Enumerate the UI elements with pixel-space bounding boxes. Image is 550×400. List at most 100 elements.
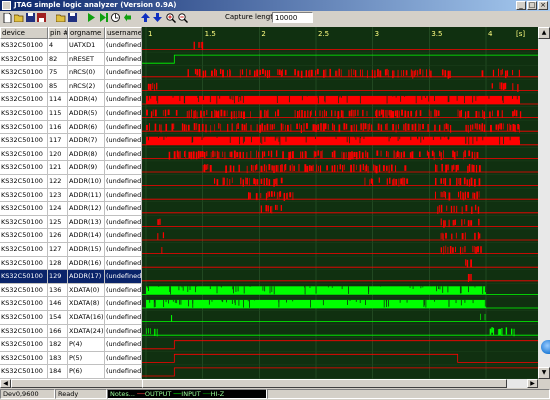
table-row[interactable]: KS32C50100 114 ADDR(4) (undefined) <box>0 93 142 107</box>
signal-pulse <box>400 178 403 185</box>
folder-icon[interactable] <box>55 12 66 23</box>
new-icon[interactable] <box>2 12 13 23</box>
signal-pulse <box>395 165 397 172</box>
signal-pulse <box>467 273 469 282</box>
scroll-right-arrow-icon[interactable]: ▶ <box>527 379 538 388</box>
vertical-scrollbar[interactable]: ▲ ▼ <box>538 27 550 379</box>
table-row[interactable]: KS32C50100 122 ADDR(10) (undefined) <box>0 175 142 189</box>
scroll-up-icon[interactable] <box>140 12 151 23</box>
signal-pulse <box>429 69 431 76</box>
save-icon[interactable] <box>25 12 36 23</box>
table-row[interactable]: KS32C50100 146 XDATA(8) (undefined) <box>0 297 142 311</box>
scroll-up-arrow-icon[interactable]: ▲ <box>538 27 550 39</box>
waveform-panel[interactable]: 1 1.5 2 2.5 3 3.5 4 [s] <box>142 27 538 379</box>
signal-pulse <box>282 69 283 77</box>
signal-grid[interactable]: device pin # orgname username KS32C50100… <box>0 27 142 379</box>
signal-pulse <box>154 109 157 117</box>
horizontal-scrollbar[interactable]: ◀ ▶ <box>0 379 538 388</box>
signal-pulse <box>463 192 465 201</box>
signal-pulse <box>426 150 428 156</box>
open-icon[interactable] <box>13 12 24 23</box>
table-row[interactable]: KS32C50100 127 ADDR(15) (undefined) <box>0 243 142 257</box>
signal-gap <box>278 136 280 142</box>
signal-pulse <box>329 68 331 77</box>
cell-device: KS32C50100 <box>0 283 48 298</box>
table-row[interactable]: KS32C50100 4 UATXD1 (undefined) <box>0 39 142 53</box>
capture-length-input[interactable] <box>272 12 313 23</box>
signal-pulse <box>202 70 205 78</box>
signal-pulse <box>481 70 484 77</box>
waveform-canvas[interactable]: 1 1.5 2 2.5 3 3.5 4 [s] <box>142 27 538 379</box>
signal-pulse <box>300 70 303 78</box>
table-row[interactable]: KS32C50100 154 XDATA(16) (undefined) <box>0 311 142 325</box>
signal-pulse <box>212 150 214 158</box>
status-extra <box>267 389 550 399</box>
maximize-button[interactable]: □ <box>527 1 537 10</box>
trigger-icon[interactable] <box>110 12 121 23</box>
signal-pulse <box>190 151 193 160</box>
signal-pulse <box>355 164 357 170</box>
cell-orgname: ADDR(13) <box>68 215 105 230</box>
table-row[interactable]: KS32C50100 115 ADDR(5) (undefined) <box>0 107 142 121</box>
table-row[interactable]: KS32C50100 184 P(6) (undefined) <box>0 365 142 379</box>
cell-device: KS32C50100 <box>0 93 48 107</box>
scroll-left-arrow-icon[interactable]: ◀ <box>0 379 11 388</box>
table-row[interactable]: KS32C50100 124 ADDR(12) (undefined) <box>0 202 142 216</box>
signal-pulse <box>188 110 190 119</box>
column-header-orgname[interactable]: orgname <box>68 27 105 39</box>
table-row[interactable]: KS32C50100 183 P(5) (undefined) <box>0 351 142 366</box>
table-row[interactable]: KS32C50100 117 ADDR(7) (undefined) <box>0 134 142 148</box>
table-row[interactable]: KS32C50100 125 ADDR(13) (undefined) <box>0 215 142 230</box>
scroll-down-icon[interactable] <box>152 12 163 23</box>
signal-pulse <box>440 178 442 184</box>
signal-pulse <box>341 151 343 159</box>
zoom-in-icon[interactable] <box>165 12 176 23</box>
table-row[interactable]: KS32C50100 120 ADDR(8) (undefined) <box>0 147 142 162</box>
table-row[interactable]: KS32C50100 166 XDATA(24) (undefined) <box>0 324 142 339</box>
column-header-pin[interactable]: pin # <box>48 27 68 39</box>
table-row[interactable]: KS32C50100 75 nRCS(0) (undefined) <box>0 66 142 80</box>
signal-pulse <box>277 109 280 117</box>
signal-pulse <box>457 191 460 198</box>
zoom-out-icon[interactable] <box>177 12 188 23</box>
signal-gap <box>338 95 339 104</box>
table-row[interactable]: KS32C50100 182 P(4) (undefined) <box>0 338 142 352</box>
signal-pulse <box>275 111 277 117</box>
signal-pulse <box>392 124 395 131</box>
signal-pulse <box>317 124 320 130</box>
export-icon[interactable] <box>36 12 47 23</box>
column-header-username[interactable]: username <box>105 27 142 39</box>
signal-pulse <box>452 219 454 226</box>
close-button[interactable]: × <box>538 1 548 10</box>
table-row[interactable]: KS32C50100 128 ADDR(16) (undefined) <box>0 256 142 271</box>
signal-pulse <box>392 179 393 186</box>
table-row[interactable]: KS32C50100 126 ADDR(14) (undefined) <box>0 229 142 243</box>
table-row[interactable]: KS32C50100 82 nRESET (undefined) <box>0 52 142 67</box>
table-row[interactable]: KS32C50100 116 ADDR(6) (undefined) <box>0 120 142 135</box>
signal-pulse <box>299 110 301 118</box>
signal-pulse <box>319 165 322 173</box>
signal-gap <box>468 136 470 145</box>
table-row[interactable]: KS32C50100 123 ADDR(11) (undefined) <box>0 188 142 203</box>
column-header-device[interactable]: device <box>0 27 48 39</box>
table-row[interactable]: KS32C50100 129 ADDR(17) (undefined) <box>0 270 142 284</box>
minimize-button[interactable]: _ <box>516 1 526 10</box>
signal-pulse <box>478 111 480 118</box>
signal-pulse <box>402 177 404 186</box>
signal-pulse <box>168 151 171 160</box>
run-once-icon[interactable] <box>98 12 109 23</box>
cell-pin: 183 <box>48 351 68 366</box>
disk-icon[interactable] <box>67 12 78 23</box>
run-icon[interactable] <box>86 12 97 23</box>
table-row[interactable]: KS32C50100 121 ADDR(9) (undefined) <box>0 161 142 175</box>
table-row[interactable]: KS32C50100 136 XDATA(0) (undefined) <box>0 283 142 298</box>
signal-gap <box>310 299 311 308</box>
cell-username: (undefined) <box>105 256 142 271</box>
cell-device: KS32C50100 <box>0 175 48 189</box>
cell-device: KS32C50100 <box>0 351 48 366</box>
wave-scroll-thumb[interactable] <box>142 379 507 388</box>
signal-pulse <box>398 124 399 130</box>
scroll-down-arrow-icon[interactable]: ▼ <box>538 367 550 379</box>
stop-icon[interactable] <box>122 12 133 23</box>
table-row[interactable]: KS32C50100 85 nRCS(2) (undefined) <box>0 79 142 94</box>
